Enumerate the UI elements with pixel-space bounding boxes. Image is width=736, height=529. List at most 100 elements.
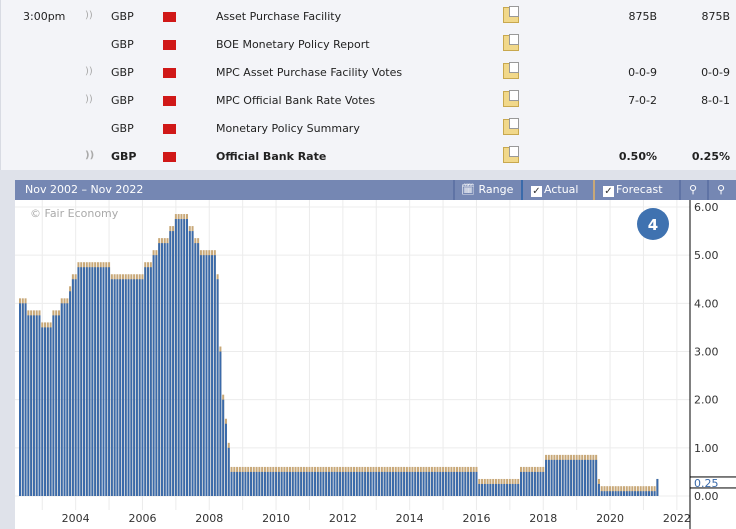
actual-bar bbox=[27, 315, 30, 496]
actual-bar bbox=[330, 471, 333, 496]
event-title[interactable]: MPC Asset Purchase Facility Votes bbox=[216, 66, 402, 79]
impact-icon bbox=[163, 12, 176, 22]
actual-bar bbox=[208, 255, 211, 496]
event-row[interactable]: )) GBP MPC Asset Purchase Facility Votes 0-… bbox=[1, 59, 736, 87]
detail-folder-icon[interactable] bbox=[503, 118, 519, 135]
event-title[interactable]: Monetary Policy Summary bbox=[216, 122, 360, 135]
actual-bar bbox=[333, 471, 336, 496]
actual-bar bbox=[49, 327, 52, 496]
forecast-checkbox[interactable]: ✓ bbox=[603, 186, 614, 197]
y-tick-label: 4.00 bbox=[694, 297, 719, 310]
actual-bar bbox=[169, 231, 172, 497]
actual-bar bbox=[339, 471, 342, 496]
event-row[interactable]: GBP Monetary Policy Summary bbox=[1, 115, 736, 143]
actual-bar bbox=[102, 267, 105, 496]
detail-folder-icon[interactable] bbox=[503, 146, 519, 163]
sound-icon: )) bbox=[85, 150, 95, 161]
actual-bar bbox=[163, 243, 166, 496]
actual-bar bbox=[414, 471, 417, 496]
actual-bar bbox=[614, 491, 617, 496]
actual-bar bbox=[609, 491, 612, 496]
event-forecast: 0-0-9 bbox=[701, 66, 730, 79]
actual-bar bbox=[600, 491, 603, 496]
zoom-in-button[interactable]: ⚲ bbox=[679, 180, 707, 200]
actual-bar bbox=[219, 351, 222, 496]
actual-bar bbox=[44, 327, 47, 496]
actual-bar bbox=[32, 315, 35, 496]
actual-bar bbox=[52, 315, 55, 496]
actual-bar bbox=[586, 459, 589, 496]
actual-bar bbox=[494, 483, 497, 496]
event-title[interactable]: MPC Official Bank Rate Votes bbox=[216, 94, 375, 107]
actual-bar bbox=[547, 459, 550, 496]
actual-bar bbox=[272, 471, 275, 496]
actual-bar bbox=[595, 459, 598, 496]
event-title[interactable]: Asset Purchase Facility bbox=[216, 10, 341, 23]
y-tick-label: 3.00 bbox=[694, 346, 719, 359]
actual-bar bbox=[469, 471, 472, 496]
watermark: © Fair Economy bbox=[30, 207, 119, 220]
actual-bar bbox=[389, 471, 392, 496]
actual-checkbox[interactable]: ✓ bbox=[531, 186, 542, 197]
actual-bar bbox=[378, 471, 381, 496]
forecast-toggle[interactable]: ✓ Forecast bbox=[593, 180, 679, 200]
actual-bar bbox=[575, 459, 578, 496]
actual-bar bbox=[266, 471, 269, 496]
zoom-out-button[interactable]: ⚲ bbox=[707, 180, 736, 200]
range-button[interactable]: 🗓 Range bbox=[453, 180, 521, 200]
actual-bar bbox=[60, 303, 63, 496]
actual-bar bbox=[344, 471, 347, 496]
actual-bar bbox=[216, 279, 219, 496]
actual-toggle[interactable]: ✓ Actual bbox=[521, 180, 593, 200]
actual-bar bbox=[584, 459, 587, 496]
actual-bar bbox=[455, 471, 458, 496]
actual-bar bbox=[458, 471, 461, 496]
actual-bar bbox=[83, 267, 86, 496]
detail-folder-icon[interactable] bbox=[503, 6, 519, 23]
actual-bar bbox=[472, 471, 475, 496]
event-title[interactable]: BOE Monetary Policy Report bbox=[216, 38, 370, 51]
actual-bar bbox=[166, 243, 169, 496]
actual-bar bbox=[625, 491, 628, 496]
actual-bar bbox=[467, 471, 470, 496]
event-row[interactable]: 3:00pm)) GBP Asset Purchase Facility 875B 87… bbox=[1, 3, 736, 31]
actual-bar bbox=[113, 279, 116, 496]
detail-folder-icon[interactable] bbox=[503, 90, 519, 107]
actual-bar bbox=[288, 471, 291, 496]
detail-folder-icon[interactable] bbox=[503, 62, 519, 79]
actual-bar bbox=[35, 315, 38, 496]
actual-bar bbox=[213, 255, 216, 496]
current-value-label: 0.25 bbox=[694, 477, 719, 490]
actual-bar bbox=[341, 471, 344, 496]
impact-icon bbox=[163, 152, 176, 162]
actual-bar bbox=[99, 267, 102, 496]
actual-bar bbox=[110, 279, 113, 496]
actual-bar bbox=[74, 279, 77, 496]
actual-bar bbox=[428, 471, 431, 496]
actual-bar bbox=[347, 471, 350, 496]
event-actual: 0-0-9 bbox=[628, 66, 657, 79]
actual-bar bbox=[133, 279, 136, 496]
detail-folder-icon[interactable] bbox=[503, 34, 519, 51]
calendar-table: 3:00pm)) GBP Asset Purchase Facility 875B 87… bbox=[0, 0, 736, 170]
actual-bar bbox=[497, 483, 500, 496]
actual-bar bbox=[258, 471, 261, 496]
event-currency: GBP bbox=[111, 94, 134, 107]
actual-bar bbox=[481, 483, 484, 496]
actual-bar bbox=[177, 219, 180, 496]
actual-bar bbox=[291, 471, 294, 496]
actual-bar bbox=[533, 471, 536, 496]
actual-bar bbox=[191, 231, 194, 497]
y-tick-label: 2.00 bbox=[694, 394, 719, 407]
actual-bar bbox=[425, 471, 428, 496]
event-title[interactable]: Official Bank Rate bbox=[216, 150, 326, 163]
actual-bar bbox=[300, 471, 303, 496]
actual-bar bbox=[581, 459, 584, 496]
actual-bar bbox=[366, 471, 369, 496]
event-forecast: 8-0-1 bbox=[701, 94, 730, 107]
actual-bar bbox=[558, 459, 561, 496]
event-row[interactable]: GBP BOE Monetary Policy Report bbox=[1, 31, 736, 59]
actual-bar bbox=[511, 483, 514, 496]
event-row[interactable]: )) GBP MPC Official Bank Rate Votes 7-0-2 8-… bbox=[1, 87, 736, 115]
event-row[interactable]: )) GBP Official Bank Rate 0.50% 0.25% bbox=[1, 143, 736, 171]
